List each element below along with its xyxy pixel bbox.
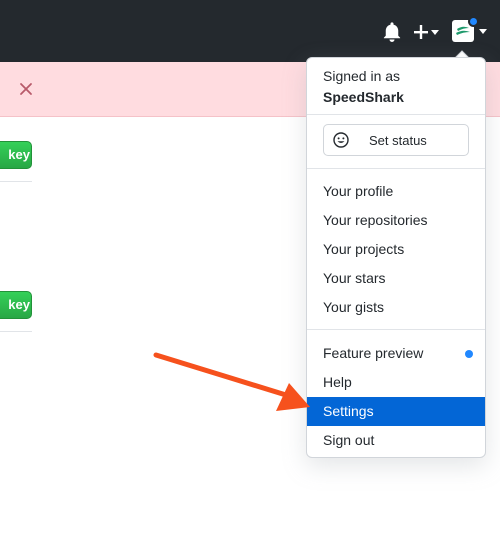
user-menu-button[interactable] [452, 16, 492, 44]
divider [307, 329, 485, 330]
menu-item-label: Feature preview [323, 345, 424, 361]
divider [0, 181, 32, 182]
menu-item-your-repositories[interactable]: Your repositories [307, 206, 485, 235]
menu-item-your-gists[interactable]: Your gists [307, 293, 485, 322]
menu-item-feature-preview[interactable]: Feature preview [307, 339, 485, 368]
set-status-button[interactable]: Set status [323, 124, 469, 156]
close-icon[interactable] [17, 80, 35, 98]
caret-down-icon [479, 29, 487, 34]
add-key-button[interactable]: key [0, 141, 32, 169]
smiley-icon [333, 132, 349, 148]
username[interactable]: SpeedShark [323, 89, 404, 105]
user-dropdown-menu: Signed in as SpeedShark Set status Your … [306, 57, 486, 458]
divider [307, 114, 485, 115]
new-feature-dot [465, 350, 473, 358]
plus-icon [414, 25, 439, 39]
set-status-label: Set status [369, 133, 427, 148]
menu-item-sign-out[interactable]: Sign out [307, 426, 485, 455]
signed-in-label: Signed in as [323, 68, 401, 84]
menu-item-settings[interactable]: Settings [307, 397, 485, 426]
divider [0, 331, 32, 332]
arrow-icon [153, 352, 310, 411]
bell-icon[interactable] [382, 22, 402, 42]
add-key-button[interactable]: key [0, 291, 32, 319]
caret-down-icon [431, 30, 439, 35]
create-new-button[interactable] [412, 21, 442, 43]
menu-item-your-profile[interactable]: Your profile [307, 177, 485, 206]
notification-dot [468, 16, 479, 27]
divider [307, 168, 485, 169]
menu-item-help[interactable]: Help [307, 368, 485, 397]
menu-item-your-stars[interactable]: Your stars [307, 264, 485, 293]
menu-item-your-projects[interactable]: Your projects [307, 235, 485, 264]
header [0, 0, 500, 62]
